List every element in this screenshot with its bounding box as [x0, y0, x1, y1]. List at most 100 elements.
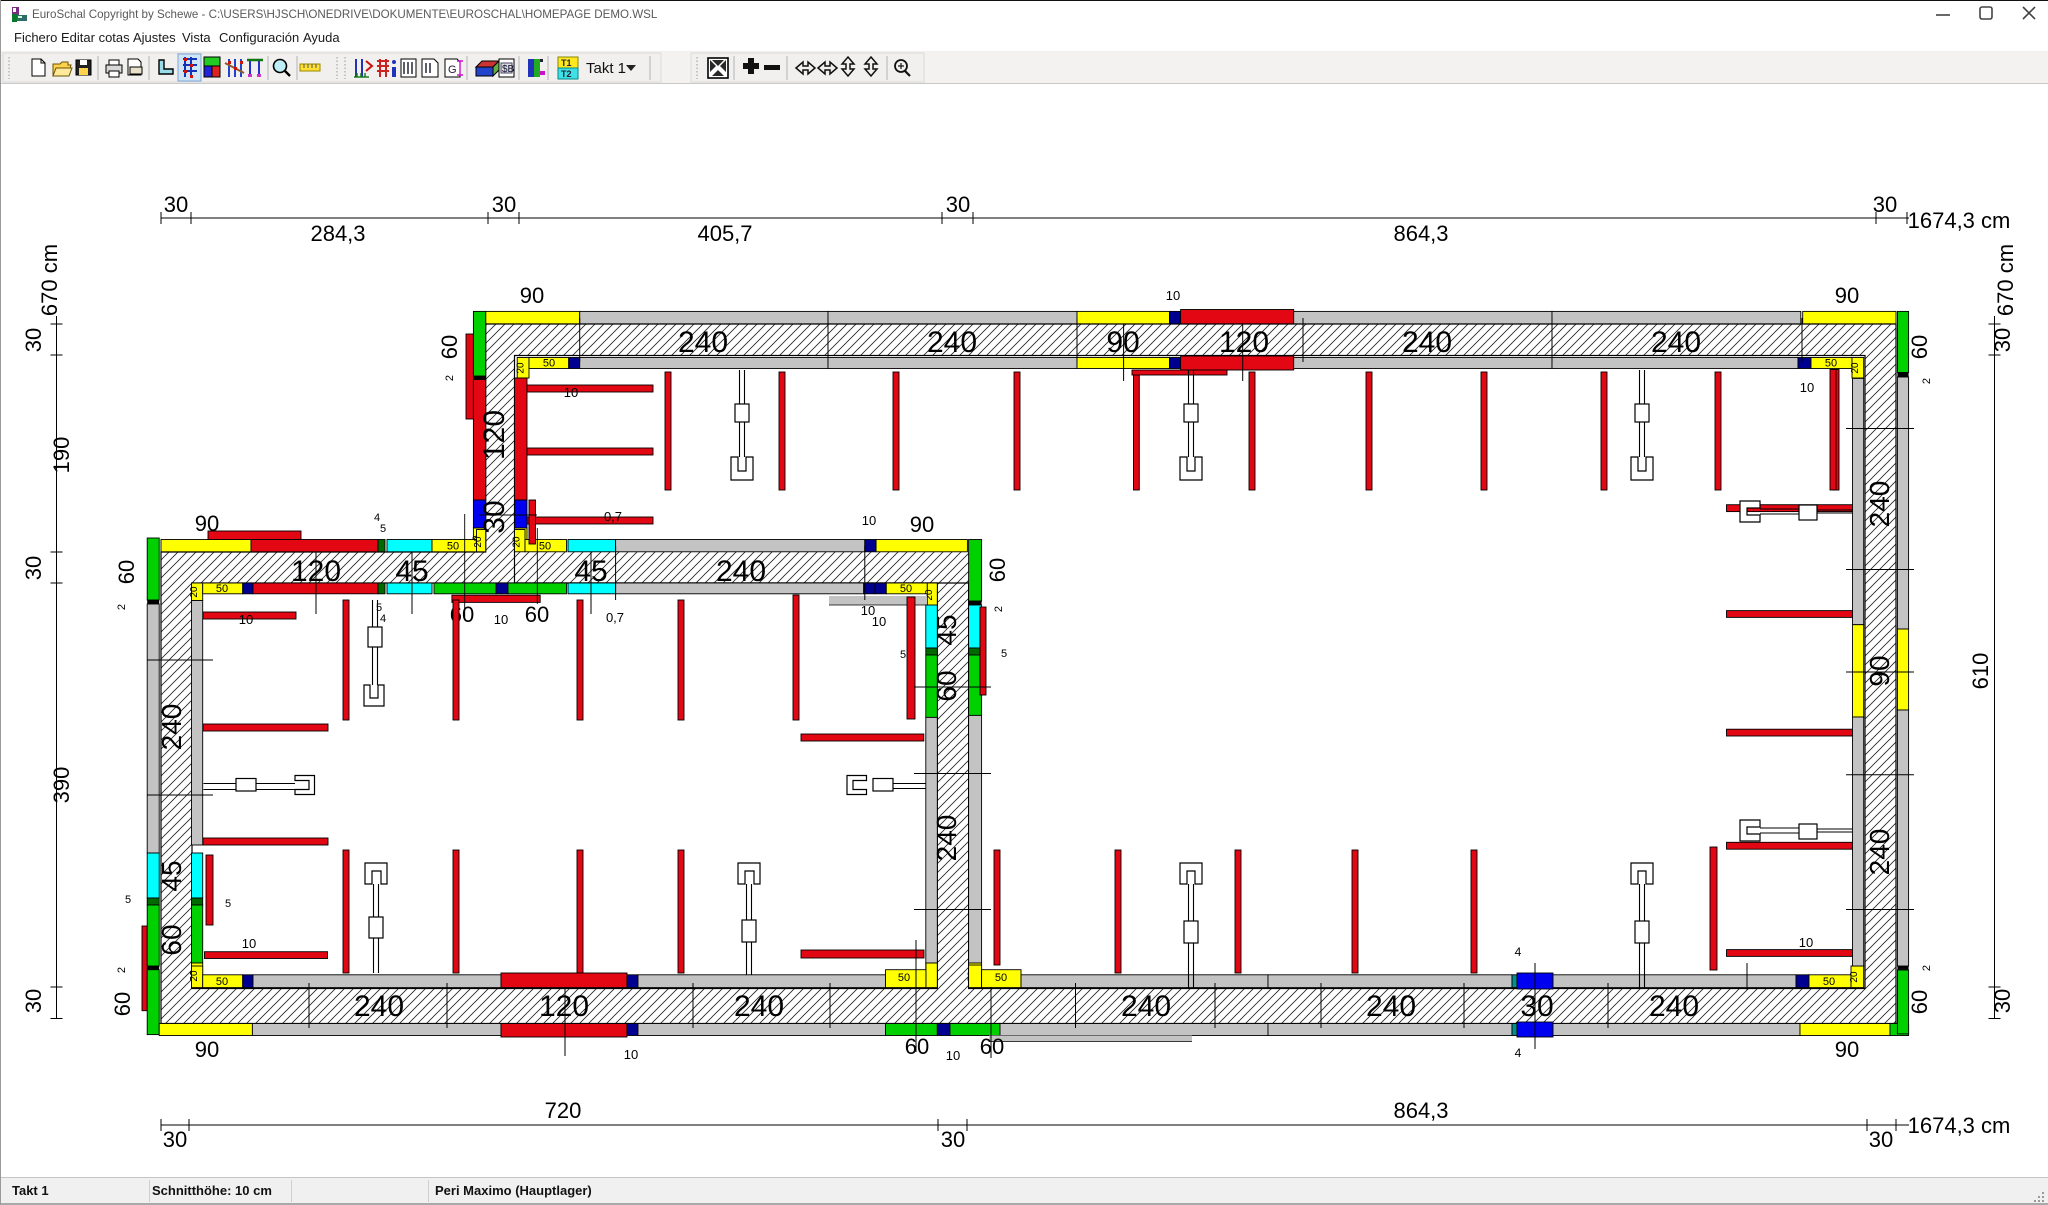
svg-text:0,7: 0,7 [604, 509, 622, 524]
svg-text:10: 10 [1799, 935, 1813, 950]
svg-text:240: 240 [1366, 990, 1416, 1023]
svg-text:10: 10 [494, 612, 508, 627]
svg-text:4: 4 [1515, 1046, 1522, 1060]
svg-text:190: 190 [49, 437, 74, 474]
svg-text:20: 20 [516, 362, 527, 374]
svg-text:0,7: 0,7 [606, 610, 624, 625]
svg-text:240: 240 [1121, 990, 1171, 1023]
svg-text:5: 5 [225, 898, 231, 910]
svg-text:30: 30 [21, 556, 46, 580]
svg-text:390: 390 [49, 767, 74, 804]
svg-text:50: 50 [1823, 976, 1835, 988]
svg-text:2: 2 [116, 967, 128, 973]
svg-text:5: 5 [380, 523, 386, 535]
svg-text:120: 120 [478, 410, 511, 460]
svg-text:45: 45 [156, 860, 187, 891]
svg-text:60: 60 [980, 1034, 1004, 1059]
svg-text:45: 45 [395, 555, 428, 588]
svg-text:20: 20 [1850, 362, 1861, 374]
svg-text:30: 30 [941, 1127, 965, 1152]
svg-text:90: 90 [1835, 1037, 1859, 1062]
svg-text:10: 10 [624, 1047, 638, 1062]
svg-text:240: 240 [716, 555, 766, 588]
svg-text:50: 50 [900, 583, 912, 595]
svg-text:50: 50 [543, 358, 555, 370]
svg-text:60: 60 [525, 602, 549, 627]
svg-text:240: 240 [931, 815, 962, 862]
svg-text:2: 2 [1921, 965, 1933, 971]
svg-text:240: 240 [1402, 326, 1452, 359]
svg-text:90: 90 [195, 511, 219, 536]
svg-text:20: 20 [512, 536, 523, 548]
svg-text:T2: T2 [561, 69, 572, 79]
svg-text:20: 20 [1849, 971, 1860, 983]
svg-text:60: 60 [985, 558, 1010, 582]
svg-text:30: 30 [1873, 192, 1897, 217]
svg-text:30: 30 [163, 1127, 187, 1152]
svg-text:30: 30 [1990, 328, 2015, 352]
svg-text:T1: T1 [561, 58, 572, 68]
svg-text:240: 240 [1651, 326, 1701, 359]
svg-text:1674,3 cm: 1674,3 cm [1908, 1113, 2011, 1138]
svg-text:45: 45 [931, 614, 962, 645]
svg-text:240: 240 [354, 990, 404, 1023]
svg-text:120: 120 [539, 990, 589, 1023]
svg-text:4: 4 [380, 613, 386, 625]
svg-text:670 cm: 670 cm [1993, 244, 2018, 316]
svg-text:90: 90 [520, 283, 544, 308]
svg-text:2: 2 [116, 604, 128, 610]
svg-text:120: 120 [291, 555, 341, 588]
svg-text:50: 50 [216, 583, 228, 595]
svg-text:2: 2 [993, 606, 1005, 612]
svg-text:240: 240 [734, 990, 784, 1023]
svg-text:30: 30 [21, 989, 46, 1013]
svg-text:240: 240 [678, 326, 728, 359]
svg-text:240: 240 [927, 326, 977, 359]
svg-text:90: 90 [1106, 326, 1139, 359]
svg-text:30: 30 [946, 192, 970, 217]
svg-text:30: 30 [1520, 990, 1553, 1023]
svg-text:50: 50 [1825, 358, 1837, 370]
svg-text:45: 45 [574, 555, 607, 588]
svg-text:60: 60 [931, 670, 962, 701]
svg-text:90: 90 [910, 512, 934, 537]
svg-text:50: 50 [898, 972, 910, 984]
svg-text:405,7: 405,7 [697, 221, 752, 246]
svg-text:20: 20 [473, 536, 484, 548]
svg-text:30: 30 [1869, 1127, 1893, 1152]
svg-text:20: 20 [189, 970, 200, 982]
svg-text:90: 90 [1864, 655, 1895, 686]
svg-text:2: 2 [1921, 378, 1933, 384]
svg-text:60: 60 [114, 560, 139, 584]
svg-text:120: 120 [1219, 326, 1269, 359]
svg-text:60: 60 [437, 335, 462, 359]
svg-text:30: 30 [21, 328, 46, 352]
svg-text:10: 10 [1800, 380, 1814, 395]
svg-text:240: 240 [156, 704, 187, 751]
svg-text:10: 10 [862, 513, 876, 528]
svg-text:5: 5 [900, 649, 906, 661]
svg-text:864,3: 864,3 [1393, 221, 1448, 246]
svg-text:60: 60 [1907, 335, 1932, 359]
svg-text:240: 240 [1864, 481, 1895, 528]
svg-text:4: 4 [1515, 945, 1522, 959]
svg-text:50: 50 [995, 972, 1007, 984]
svg-text:240: 240 [1649, 990, 1699, 1023]
svg-text:10: 10 [946, 1048, 960, 1063]
svg-text:50: 50 [447, 541, 459, 553]
svg-text:G: G [448, 64, 457, 76]
svg-text:50: 50 [216, 976, 228, 988]
svg-text:5: 5 [1001, 648, 1007, 660]
svg-text:2: 2 [444, 375, 456, 381]
svg-text:5: 5 [125, 894, 131, 906]
svg-text:30: 30 [164, 192, 188, 217]
svg-text:10: 10 [242, 936, 256, 951]
svg-text:20: 20 [189, 586, 200, 598]
svg-text:240: 240 [1864, 829, 1895, 876]
svg-text:60: 60 [905, 1034, 929, 1059]
svg-text:Takt 1: Takt 1 [586, 60, 626, 77]
svg-text:670 cm: 670 cm [37, 244, 62, 316]
svg-text:30: 30 [1990, 989, 2015, 1013]
svg-text:90: 90 [1835, 283, 1859, 308]
svg-text:10: 10 [872, 614, 886, 629]
